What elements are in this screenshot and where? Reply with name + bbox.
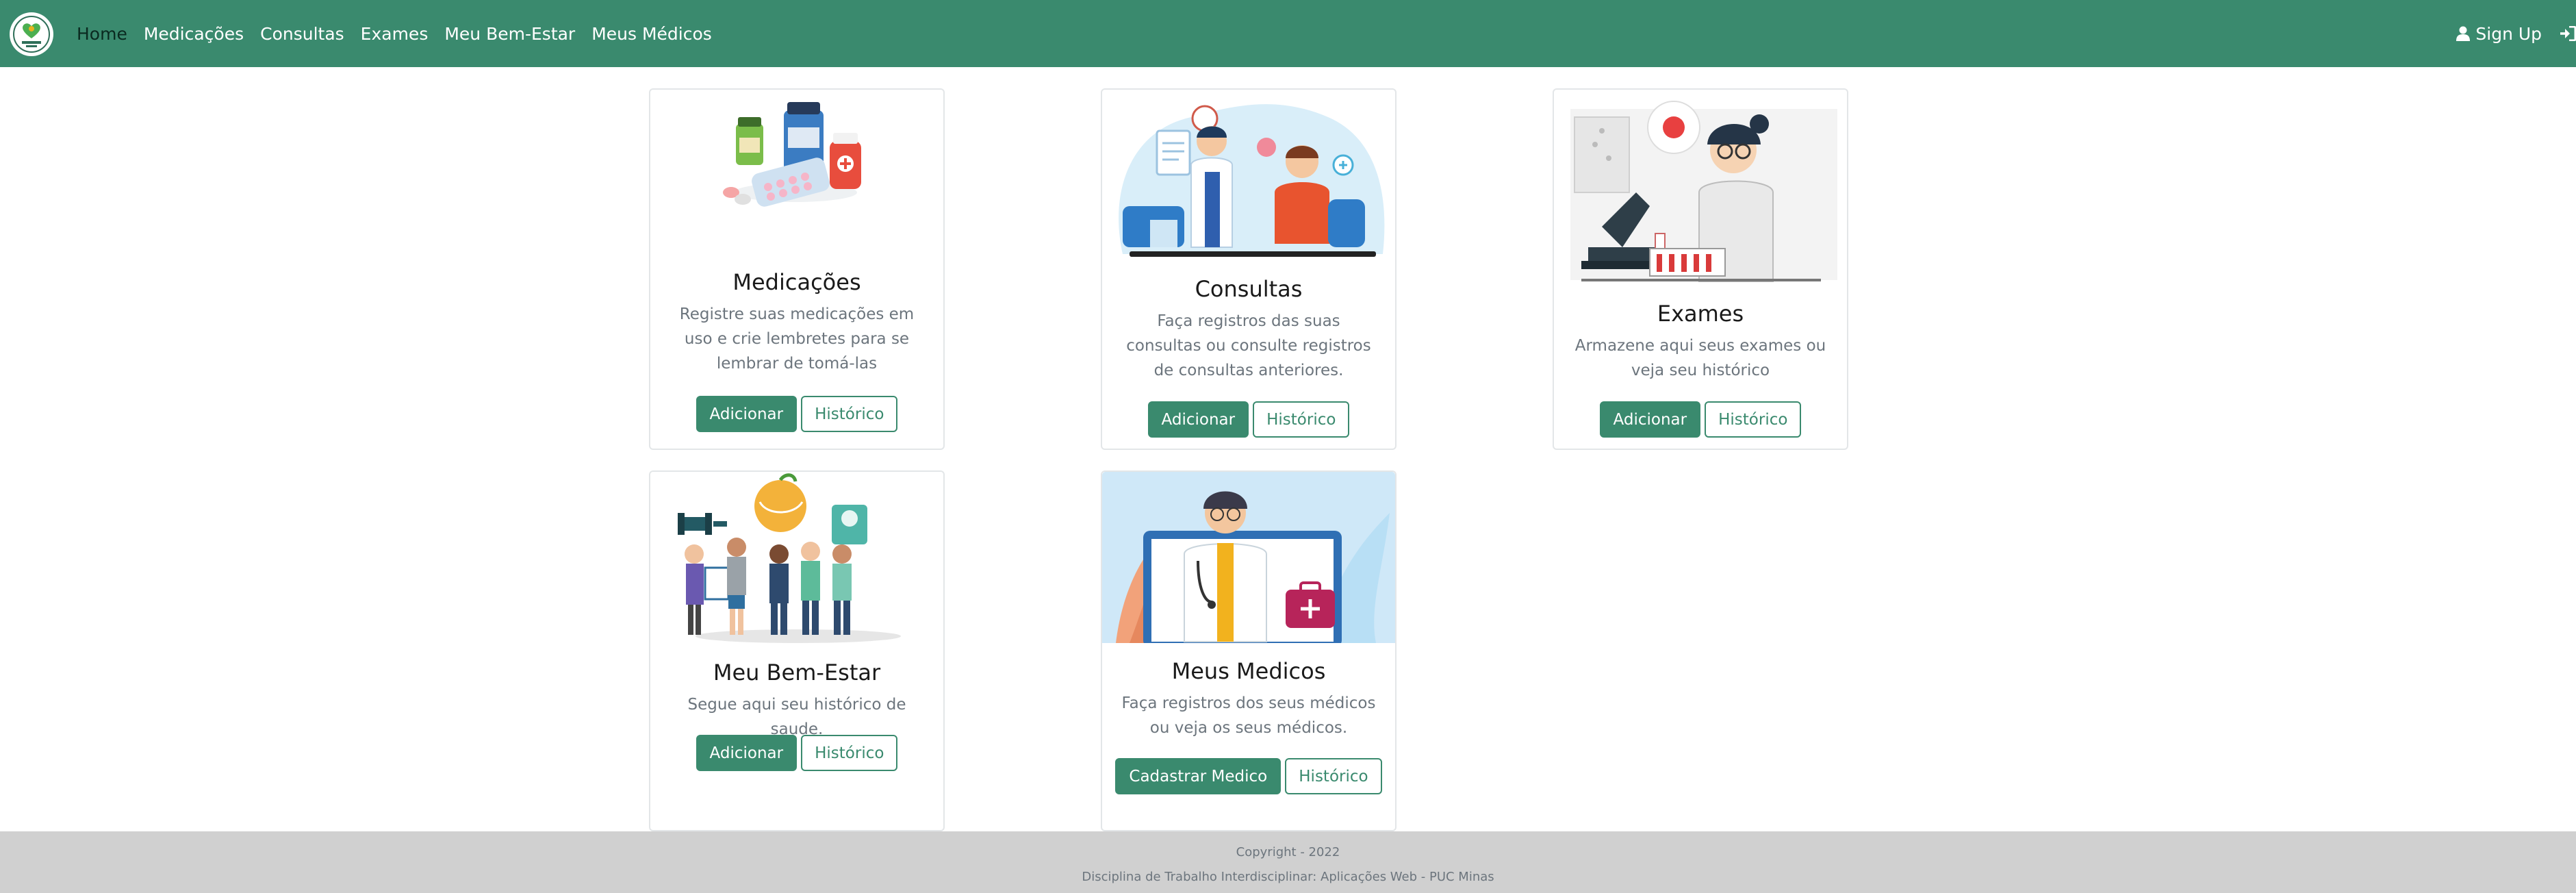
card-consultas: Consultas Faça registros das suas consul…: [1101, 88, 1397, 450]
adicionar-button[interactable]: Adicionar: [1147, 401, 1249, 438]
card-actions: Adicionar Histórico: [1102, 401, 1395, 438]
nav-meu-bem-estar[interactable]: Meu Bem-Estar: [444, 24, 575, 44]
nav-home[interactable]: Home: [77, 24, 127, 44]
lab-exam-illustration: [1554, 90, 1847, 288]
medications-illustration: [650, 90, 943, 213]
cadastrar-medico-button[interactable]: Cadastrar Medico: [1115, 758, 1281, 794]
adicionar-button[interactable]: Adicionar: [696, 396, 798, 432]
card-exames: Exames Armazene aqui seus exames ou veja…: [1553, 88, 1848, 450]
navbar: Home Medicações Consultas Exames Meu Bem…: [0, 0, 2576, 67]
card-title: Meu Bem-Estar: [713, 659, 881, 686]
card-description: Armazene aqui seus exames ou veja seu hi…: [1574, 337, 1826, 379]
card-actions: Cadastrar Medico Histórico: [1102, 758, 1395, 794]
card-title: Meus Medicos: [1171, 658, 1326, 684]
card-meus-medicos: Meus Medicos Faça registros dos seus méd…: [1101, 470, 1397, 831]
footer-copyright: Copyright - 2022: [1236, 845, 1340, 859]
online-doctor-illustration: [1102, 472, 1395, 643]
historico-button[interactable]: Histórico: [1705, 401, 1802, 438]
footer: Copyright - 2022 Disciplina de Trabalho …: [0, 831, 2576, 893]
card-title: Exames: [1657, 301, 1744, 327]
card-actions: Adicionar Histórico: [1554, 401, 1847, 438]
login-link[interactable]: L: [2560, 24, 2576, 44]
footer-subtitle: Disciplina de Trabalho Interdisciplinar:…: [1082, 870, 1494, 884]
sign-in-icon: [2560, 26, 2576, 41]
historico-button[interactable]: Histórico: [1253, 401, 1350, 438]
card-title: Consultas: [1195, 276, 1303, 302]
nav-meus-medicos[interactable]: Meus Médicos: [591, 24, 712, 44]
card-description: Registre suas medicações em uso e crie l…: [679, 305, 915, 373]
nav-exames[interactable]: Exames: [361, 24, 429, 44]
card-description: Faça registros das suas consultas ou con…: [1126, 312, 1371, 379]
signup-link[interactable]: Sign Up: [2456, 24, 2542, 44]
card-title: Medicações: [732, 269, 861, 295]
doctor-consultation-illustration: [1102, 90, 1395, 261]
historico-button[interactable]: Histórico: [1285, 758, 1382, 794]
nav-consultas[interactable]: Consultas: [260, 24, 344, 44]
nav-links: Home Medicações Consultas Exames Meu Bem…: [77, 0, 728, 67]
card-meu-bem-estar: Meu Bem-Estar Segue aqui seu histórico d…: [649, 470, 945, 831]
nav-auth: Sign Up L: [2456, 0, 2576, 67]
card-description: Faça registros dos seus médicos ou veja …: [1121, 694, 1376, 737]
historico-button[interactable]: Histórico: [801, 735, 898, 771]
brand-logo[interactable]: [10, 12, 53, 56]
adicionar-button[interactable]: Adicionar: [1599, 401, 1701, 438]
card-medicacoes: Medicações Registre suas medicações em u…: [649, 88, 945, 450]
card-actions: Adicionar Histórico: [650, 735, 943, 771]
health-heart-logo-icon: [13, 16, 50, 53]
wellness-illustration: [650, 472, 943, 643]
adicionar-button[interactable]: Adicionar: [696, 735, 798, 771]
signup-label: Sign Up: [2475, 23, 2542, 44]
nav-medicacoes[interactable]: Medicações: [144, 24, 244, 44]
historico-button[interactable]: Histórico: [801, 396, 898, 432]
card-actions: Adicionar Histórico: [650, 396, 943, 432]
user-icon: [2456, 26, 2471, 41]
